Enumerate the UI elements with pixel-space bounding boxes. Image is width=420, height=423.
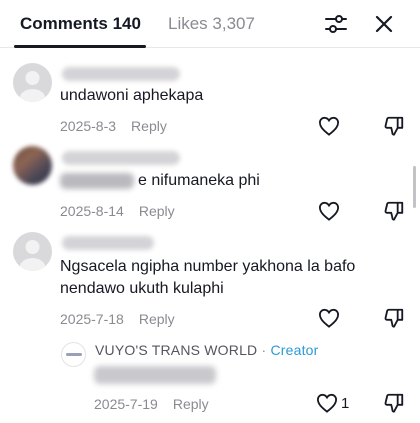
active-tab-indicator xyxy=(14,45,146,48)
reply-button[interactable]: Reply xyxy=(139,203,175,219)
comment-text-visible: e nifumaneka phi xyxy=(138,172,260,189)
comment-meta: 2025-7-18 Reply xyxy=(60,311,175,327)
comment-date: 2025-7-19 xyxy=(94,396,158,412)
comment-date: 2025-8-14 xyxy=(60,203,124,219)
thumbs-down-icon[interactable] xyxy=(381,113,407,139)
comment-date: 2025-8-3 xyxy=(60,118,117,134)
thumbs-down-icon[interactable] xyxy=(381,198,407,224)
avatar[interactable] xyxy=(61,342,86,367)
logo-icon xyxy=(65,353,82,356)
creator-badge: Creator xyxy=(270,342,319,358)
comment-text: undawoni aphekapa xyxy=(60,87,204,104)
comment-text-line2: nendawo ukuth kulaphi xyxy=(60,280,224,297)
avatar[interactable] xyxy=(13,232,52,271)
comment-text: e nifumaneka phi xyxy=(60,170,260,192)
reply-button[interactable]: Reply xyxy=(139,311,175,327)
author-name: VUYO'S TRANS WORLD xyxy=(95,342,258,358)
reply-button[interactable]: Reply xyxy=(173,396,209,412)
tab-likes[interactable]: Likes 3,307 xyxy=(168,14,255,34)
username-redacted[interactable] xyxy=(62,151,180,165)
tab-comments[interactable]: Comments 140 xyxy=(20,14,141,34)
sliders-icon[interactable] xyxy=(322,10,350,38)
reply-author[interactable]: VUYO'S TRANS WORLD · Creator xyxy=(95,342,319,358)
comment-meta: 2025-8-14 Reply xyxy=(60,203,175,219)
redacted-text xyxy=(94,366,216,384)
redacted-text xyxy=(60,172,134,189)
heart-outline-icon[interactable] xyxy=(316,198,342,224)
close-icon[interactable] xyxy=(370,10,398,38)
username-redacted[interactable] xyxy=(62,67,180,81)
separator: · xyxy=(261,342,267,358)
thumbs-down-icon[interactable] xyxy=(381,305,407,331)
scrollbar[interactable] xyxy=(413,166,416,208)
comment-meta: 2025-7-19 Reply xyxy=(94,396,209,412)
reply-button[interactable]: Reply xyxy=(131,118,167,134)
comment-meta: 2025-8-3 Reply xyxy=(60,118,167,134)
avatar[interactable] xyxy=(13,63,52,102)
thumbs-down-icon[interactable] xyxy=(381,390,407,416)
heart-outline-icon[interactable] xyxy=(314,390,340,416)
heart-outline-icon[interactable] xyxy=(316,305,342,331)
comment-date: 2025-7-18 xyxy=(60,311,124,327)
avatar[interactable] xyxy=(13,146,52,185)
comment-text-line1: Ngsacela ngipha number yakhona la bafo xyxy=(60,258,356,275)
username-redacted[interactable] xyxy=(62,236,154,250)
comments-header: Comments 140 Likes 3,307 xyxy=(0,0,420,48)
heart-outline-icon[interactable] xyxy=(316,113,342,139)
like-count: 1 xyxy=(341,395,350,412)
